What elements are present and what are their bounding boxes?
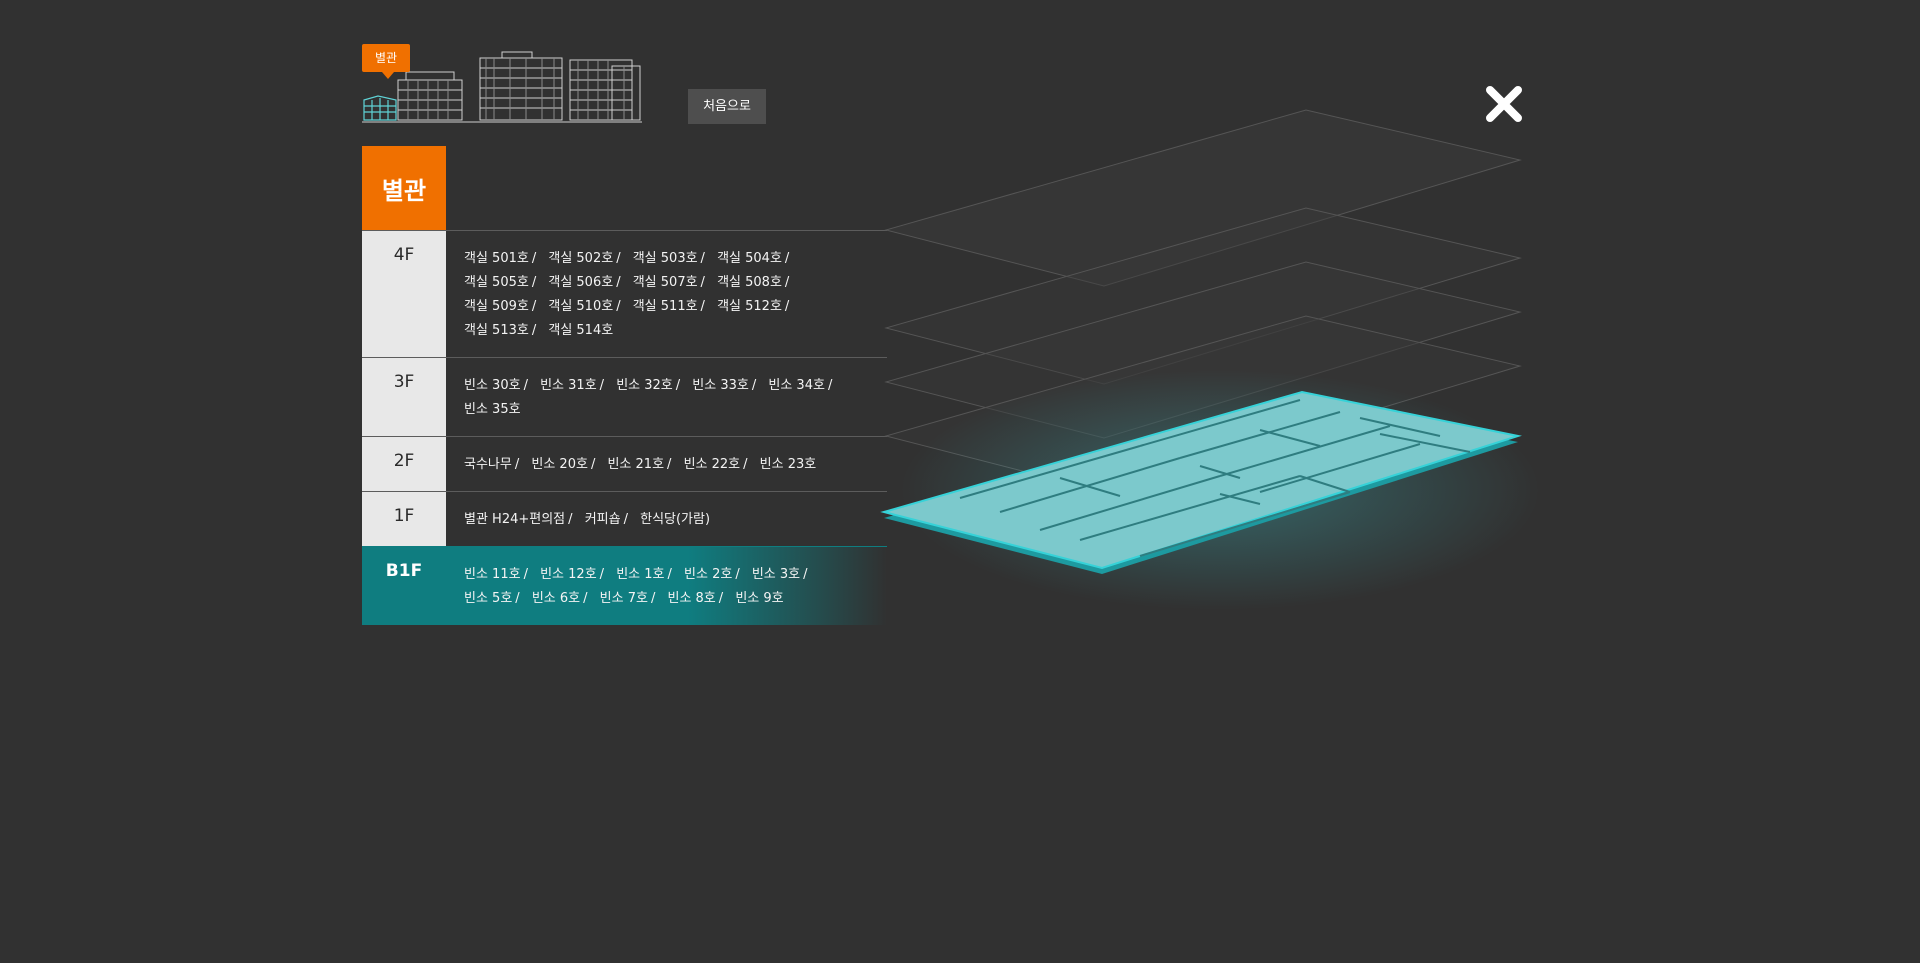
room-name[interactable]: 한식당(가람) bbox=[640, 512, 710, 527]
room-separator: / bbox=[590, 457, 596, 472]
room-separator: / bbox=[784, 299, 790, 314]
room-name[interactable]: 빈소 21호 bbox=[607, 457, 664, 472]
room-name[interactable]: 빈소 22호 bbox=[684, 457, 741, 472]
room-separator: / bbox=[531, 299, 537, 314]
floor-guide-screen: 별관 처음으로 별관 4F 객실 501호 / 객실 502호 / 객실 503호 / … bbox=[0, 0, 1920, 963]
room-separator: / bbox=[523, 567, 528, 582]
room-name[interactable]: 객실 509호 bbox=[464, 299, 529, 314]
floor-label[interactable]: B1F bbox=[362, 547, 446, 625]
room-separator: / bbox=[531, 251, 537, 266]
room-name[interactable]: 객실 506호 bbox=[548, 275, 613, 290]
room-name[interactable]: 빈소 7호 bbox=[600, 591, 648, 606]
room-separator: / bbox=[784, 275, 790, 290]
room-separator: / bbox=[743, 457, 748, 472]
room-name[interactable]: 빈소 33호 bbox=[692, 378, 749, 393]
room-name[interactable]: 객실 508호 bbox=[717, 275, 782, 290]
floor-plan-3d bbox=[880, 109, 1540, 610]
room-separator: / bbox=[599, 378, 605, 393]
room-name[interactable]: 객실 507호 bbox=[633, 275, 698, 290]
floor-label[interactable]: 4F bbox=[362, 231, 446, 357]
floor-label[interactable]: 2F bbox=[362, 437, 446, 491]
room-separator: / bbox=[700, 275, 705, 290]
room-separator: / bbox=[675, 378, 681, 393]
floor-room-list: 빈소 30호 / 빈소 31호 / 빈소 32호 / 빈소 33호 / 빈소 34호 / … bbox=[446, 358, 887, 436]
floor-list: 4F 객실 501호 / 객실 502호 / 객실 503호 / 객실 504호 / 객실… bbox=[362, 230, 887, 625]
room-name[interactable]: 빈소 9호 bbox=[735, 591, 783, 606]
room-name[interactable]: 빈소 8호 bbox=[667, 591, 715, 606]
building-title-row: 별관 bbox=[362, 146, 887, 230]
room-name[interactable]: 빈소 5호 bbox=[464, 591, 512, 606]
room-name[interactable]: 빈소 6호 bbox=[532, 591, 580, 606]
room-name[interactable]: 국수나무 bbox=[464, 457, 512, 472]
room-name[interactable]: 객실 511호 bbox=[633, 299, 698, 314]
floor-row-b1f[interactable]: B1F 빈소 11호 / 빈소 12호 / 빈소 1호 / 빈소 2호 / 빈소 3호 / … bbox=[362, 546, 887, 625]
room-separator: / bbox=[523, 378, 528, 393]
room-separator: / bbox=[531, 323, 537, 338]
room-separator: / bbox=[667, 567, 672, 582]
building-badge: 별관 bbox=[362, 44, 411, 79]
floor-room-list: 국수나무 / 빈소 20호 / 빈소 21호 / 빈소 22호 / 빈소 23호 bbox=[446, 437, 887, 491]
room-separator: / bbox=[616, 299, 621, 314]
room-name[interactable]: 빈소 32호 bbox=[616, 378, 673, 393]
room-name[interactable]: 빈소 2호 bbox=[684, 567, 732, 582]
floor-row-4f[interactable]: 4F 객실 501호 / 객실 502호 / 객실 503호 / 객실 504호 / 객실… bbox=[362, 230, 887, 357]
floor-directory: 별관 4F 객실 501호 / 객실 502호 / 객실 503호 / 객실 504호 /… bbox=[362, 146, 887, 625]
floor-label[interactable]: 1F bbox=[362, 492, 446, 546]
building-name: 별관 bbox=[362, 146, 446, 230]
room-separator: / bbox=[531, 275, 537, 290]
room-name[interactable]: 객실 502호 bbox=[548, 251, 613, 266]
room-separator: / bbox=[700, 299, 705, 314]
room-separator: / bbox=[650, 591, 656, 606]
room-name[interactable]: 객실 501호 bbox=[464, 251, 529, 266]
room-separator: / bbox=[784, 251, 790, 266]
room-separator: / bbox=[583, 591, 588, 606]
room-name[interactable]: 빈소 1호 bbox=[616, 567, 664, 582]
room-name[interactable]: 빈소 34호 bbox=[768, 378, 825, 393]
room-name[interactable]: 객실 512호 bbox=[717, 299, 782, 314]
room-name[interactable]: 빈소 11호 bbox=[464, 567, 521, 582]
room-separator: / bbox=[514, 457, 520, 472]
floor-row-1f[interactable]: 1F 별관 H24+편의점 / 커피숍 / 한식당(가람) bbox=[362, 491, 887, 546]
room-name[interactable]: 객실 510호 bbox=[548, 299, 613, 314]
room-separator: / bbox=[616, 251, 621, 266]
room-name[interactable]: 빈소 31호 bbox=[540, 378, 597, 393]
room-separator: / bbox=[718, 591, 724, 606]
room-separator: / bbox=[700, 251, 705, 266]
room-separator: / bbox=[667, 457, 672, 472]
room-separator: / bbox=[827, 378, 833, 393]
room-name[interactable]: 빈소 30호 bbox=[464, 378, 521, 393]
floor-room-list: 빈소 11호 / 빈소 12호 / 빈소 1호 / 빈소 2호 / 빈소 3호 / 빈소 … bbox=[446, 547, 887, 625]
floor-room-list: 별관 H24+편의점 / 커피숍 / 한식당(가람) bbox=[446, 492, 887, 546]
floor-room-list: 객실 501호 / 객실 502호 / 객실 503호 / 객실 504호 / 객실 5… bbox=[446, 231, 887, 357]
room-name[interactable]: 커피숍 bbox=[585, 512, 621, 527]
room-separator: / bbox=[568, 512, 573, 527]
room-name[interactable]: 객실 503호 bbox=[633, 251, 698, 266]
room-name[interactable]: 빈소 20호 bbox=[531, 457, 588, 472]
room-name[interactable]: 빈소 23호 bbox=[760, 457, 817, 472]
floor-label[interactable]: 3F bbox=[362, 358, 446, 436]
room-name[interactable]: 빈소 12호 bbox=[540, 567, 597, 582]
room-name[interactable]: 빈소 35호 bbox=[464, 402, 521, 417]
floor-row-3f[interactable]: 3F 빈소 30호 / 빈소 31호 / 빈소 32호 / 빈소 33호 / 빈소 34호… bbox=[362, 357, 887, 436]
room-name[interactable]: 객실 513호 bbox=[464, 323, 529, 338]
room-name[interactable]: 객실 505호 bbox=[464, 275, 529, 290]
room-separator: / bbox=[515, 591, 520, 606]
room-name[interactable]: 객실 514호 bbox=[548, 323, 613, 338]
room-name[interactable]: 빈소 3호 bbox=[752, 567, 800, 582]
room-separator: / bbox=[803, 567, 808, 582]
room-name[interactable]: 별관 H24+편의점 bbox=[464, 512, 565, 527]
room-separator: / bbox=[735, 567, 740, 582]
room-separator: / bbox=[616, 275, 621, 290]
room-separator: / bbox=[599, 567, 605, 582]
room-separator: / bbox=[623, 512, 628, 527]
floor-row-2f[interactable]: 2F 국수나무 / 빈소 20호 / 빈소 21호 / 빈소 22호 / 빈소 23호 bbox=[362, 436, 887, 491]
building-header: 별관 bbox=[362, 44, 652, 126]
room-separator: / bbox=[751, 378, 757, 393]
room-name[interactable]: 객실 504호 bbox=[717, 251, 782, 266]
home-button[interactable]: 처음으로 bbox=[688, 89, 766, 124]
